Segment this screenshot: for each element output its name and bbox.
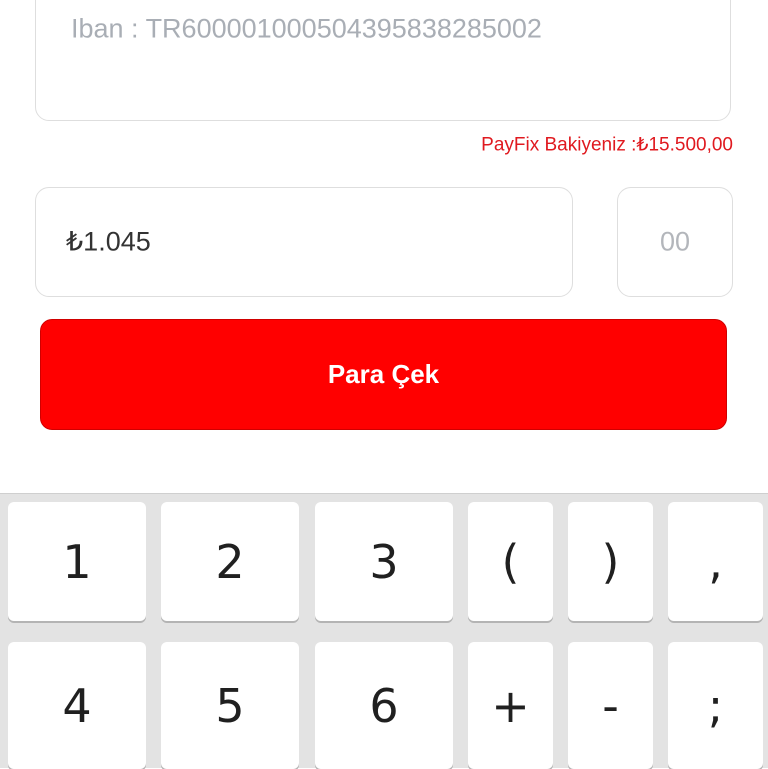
key-6[interactable]: 6: [315, 642, 453, 769]
key-5[interactable]: 5: [161, 642, 299, 769]
cents-input[interactable]: 00: [617, 187, 733, 297]
key-minus[interactable]: -: [568, 642, 653, 769]
cents-placeholder: 00: [659, 226, 691, 257]
key-comma[interactable]: ,: [668, 502, 763, 621]
key-2[interactable]: 2: [161, 502, 299, 621]
key-semicolon[interactable]: ;: [668, 642, 763, 769]
payfix-balance-label: PayFix Bakiyeniz :₺15.500,00: [481, 134, 733, 156]
key-open-paren[interactable]: (: [468, 502, 553, 621]
numeric-keyboard: 1 2 3 ( ) , 4 5 6 + - ;: [0, 493, 768, 769]
key-plus[interactable]: +: [468, 642, 553, 769]
amount-value: ₺1.045: [66, 226, 151, 257]
withdraw-button[interactable]: Para Çek: [40, 319, 727, 430]
key-4[interactable]: 4: [8, 642, 146, 769]
withdraw-button-label: Para Çek: [327, 359, 440, 389]
key-3[interactable]: 3: [315, 502, 453, 621]
iban-text: Iban : TR600001000504395838285002: [71, 13, 542, 44]
key-1[interactable]: 1: [8, 502, 146, 621]
key-close-paren[interactable]: ): [568, 502, 653, 621]
amount-input[interactable]: ₺1.045: [35, 187, 573, 297]
iban-field[interactable]: Iban : TR600001000504395838285002: [35, 0, 731, 121]
